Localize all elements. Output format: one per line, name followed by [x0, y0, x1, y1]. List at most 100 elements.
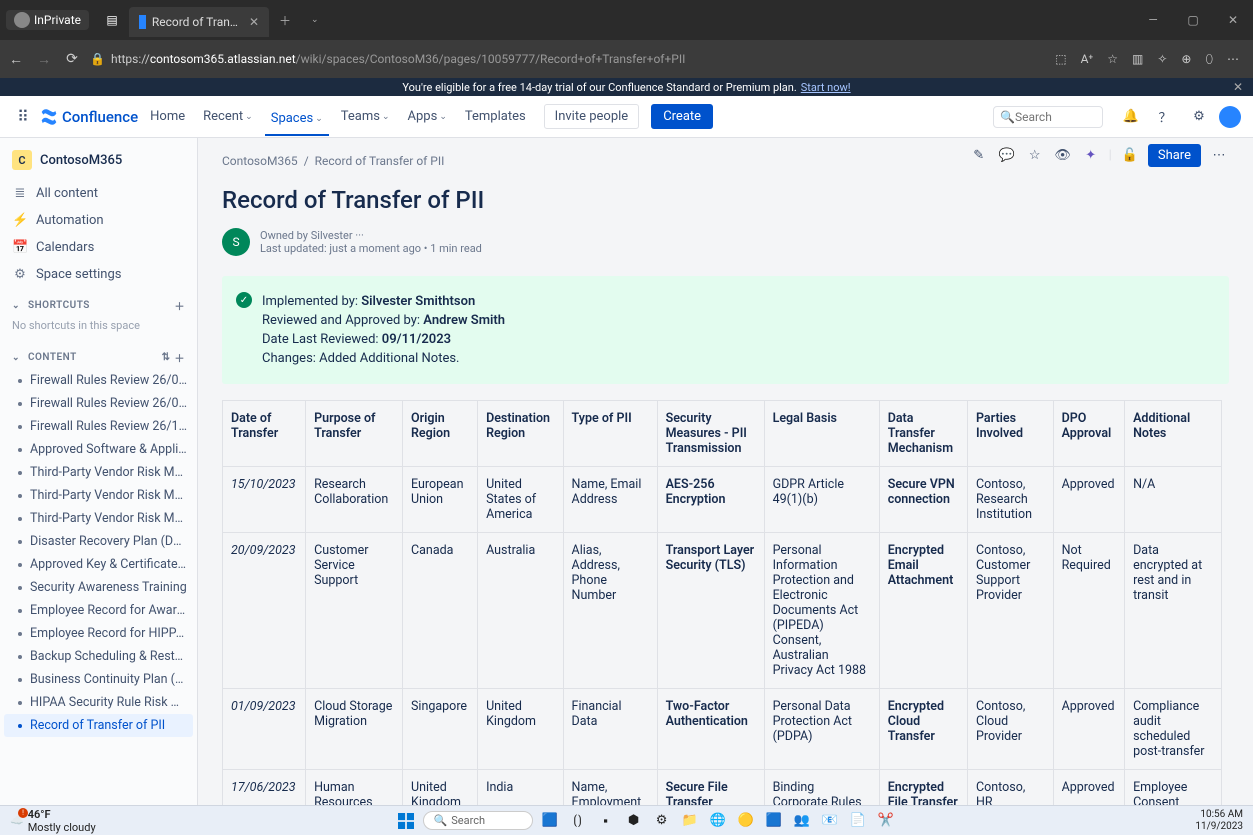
sidebar-page-item[interactable]: Third-Party Vendor Risk Management - 2… — [0, 484, 197, 507]
share-button[interactable]: Share — [1148, 144, 1201, 167]
taskbar-teams-icon[interactable]: 👥 — [791, 810, 813, 832]
sidebar-page-item[interactable]: Third-Party Vendor Risk Management - 2… — [0, 461, 197, 484]
comment-icon[interactable]: 💬 — [997, 148, 1017, 163]
owner-avatar-icon[interactable]: S — [222, 228, 250, 256]
read-aloud-icon[interactable]: A⁺ — [1081, 52, 1094, 67]
bullet-icon — [18, 586, 22, 590]
extensions-icon[interactable]: ⬯ — [1205, 52, 1213, 67]
taskbar-app-icon[interactable]: 🟦 — [763, 810, 785, 832]
taskbar-explorer-icon[interactable]: 📁 — [679, 810, 701, 832]
owner-name[interactable]: Silvester — [311, 229, 353, 242]
weather-widget[interactable]: ☁️ ! 46°F Mostly cloudy — [0, 808, 106, 834]
bullet-icon — [18, 701, 22, 705]
create-button[interactable]: Create — [651, 104, 713, 129]
sidebar-page-item[interactable]: Approved Key & Certificate Inventory — [0, 553, 197, 576]
nav-teams[interactable]: Teams⌄ — [335, 105, 396, 128]
minimize-button[interactable]: — — [1133, 13, 1173, 27]
table-cell: Contoso, Customer Support Provider — [967, 533, 1053, 689]
byline-more-icon[interactable]: ··· — [355, 229, 364, 242]
watch-icon[interactable]: 👁 — [1053, 148, 1073, 163]
add-shortcut-icon[interactable]: ＋ — [175, 298, 186, 313]
split-screen-icon[interactable]: ▥ — [1132, 52, 1143, 67]
sidebar-page-item[interactable]: Firewall Rules Review 26/10/2022 — [0, 415, 197, 438]
taskbar-taskview-icon[interactable]: ⟮⟯ — [567, 810, 589, 832]
star-icon[interactable]: ☆ — [1025, 148, 1045, 163]
browser-tab[interactable]: Record of Transfer of PII - Conte… ✕ — [129, 7, 269, 37]
taskbar-app-icon[interactable]: ▪ — [595, 810, 617, 832]
sidebar-page-item[interactable]: Firewall Rules Review 26/09/2023 — [0, 369, 197, 392]
start-button[interactable] — [395, 810, 417, 832]
sidebar-calendars[interactable]: 📅Calendars — [0, 234, 197, 261]
sidebar-page-item[interactable]: Approved Software & Applications List — [0, 438, 197, 461]
sort-icon[interactable]: ⇅ — [162, 352, 171, 363]
favorite-icon[interactable]: ☆ — [1107, 52, 1118, 67]
close-window-button[interactable]: ✕ — [1213, 13, 1253, 27]
taskbar-search[interactable]: 🔍 Search — [423, 811, 533, 830]
tab-close-icon[interactable]: ✕ — [249, 15, 259, 29]
sidebar-all-content[interactable]: ≣All content — [0, 180, 197, 207]
sidebar-page-item[interactable]: HIPAA Security Rule Risk Analysis — [0, 691, 197, 714]
taskbar-app-icon[interactable]: ⬢ — [623, 810, 645, 832]
invite-people-button[interactable]: Invite people — [544, 104, 640, 129]
nav-spaces[interactable]: Spaces⌄ — [265, 107, 329, 136]
nav-home[interactable]: Home — [144, 105, 191, 128]
sidebar-page-item[interactable]: Employee Record for Awareness Training — [0, 599, 197, 622]
banner-close-icon[interactable]: ✕ — [1233, 80, 1243, 94]
taskbar-app-icon[interactable]: ✂️ — [875, 810, 897, 832]
taskbar-clock[interactable]: 10:56 AM 11/9/2023 — [1185, 809, 1253, 833]
add-content-icon[interactable]: ＋ — [175, 350, 186, 365]
space-title[interactable]: C ContosoM365 — [0, 146, 197, 180]
sidebar-page-item[interactable]: Disaster Recovery Plan (DRP) — [0, 530, 197, 553]
shortcuts-section[interactable]: ⌄ SHORTCUTS ＋ — [0, 288, 197, 317]
taskbar-outlook-icon[interactable]: 📧 — [819, 810, 841, 832]
tab-dropdown-icon[interactable]: ⌄ — [311, 15, 319, 25]
nav-recent[interactable]: Recent⌄ — [197, 105, 259, 128]
inprivate-badge[interactable]: InPrivate — [6, 10, 89, 30]
table-cell: Approved — [1053, 689, 1124, 770]
workspaces-icon[interactable]: ▤ — [101, 9, 123, 31]
collections-icon[interactable]: ⊕ — [1181, 52, 1191, 67]
sidebar-page-item[interactable]: Backup Scheduling & Restore Procedure — [0, 645, 197, 668]
sidebar-automation[interactable]: ⚡Automation — [0, 207, 197, 234]
sidebar-page-item[interactable]: Record of Transfer of PII — [4, 714, 193, 737]
maximize-button[interactable]: ▢ — [1173, 13, 1213, 27]
user-avatar[interactable] — [1219, 106, 1241, 128]
taskbar-edge-icon[interactable]: 🌐 — [707, 810, 729, 832]
restrictions-icon[interactable]: 🔓 — [1120, 148, 1140, 163]
favorites-bar-icon[interactable]: ✧ — [1157, 52, 1167, 67]
sidebar-page-item[interactable]: Employee Record for HIPPA Annual Traini… — [0, 622, 197, 645]
nav-templates[interactable]: Templates — [459, 105, 532, 128]
taskbar-chrome-icon[interactable]: 🟡 — [735, 810, 757, 832]
confluence-logo[interactable]: Confluence — [40, 108, 138, 126]
app-available-icon[interactable]: ⬚ — [1055, 52, 1066, 67]
app-switcher-icon[interactable]: ⠿ — [12, 106, 34, 128]
breadcrumb-page[interactable]: Record of Transfer of PII — [315, 154, 445, 168]
new-tab-button[interactable]: ＋ — [279, 12, 291, 29]
content-section[interactable]: ⌄ CONTENT ⇅ ＋ — [0, 340, 197, 369]
url-field[interactable]: 🔒 https://contosom365.atlassian.net/wiki… — [90, 52, 1047, 66]
taskbar-word-icon[interactable]: 📄 — [847, 810, 869, 832]
back-button[interactable]: ← — [6, 51, 26, 68]
sidebar-page-item[interactable]: Business Continuity Plan (BCP) — [0, 668, 197, 691]
notifications-icon[interactable]: 🔔 — [1119, 105, 1143, 129]
ai-icon[interactable]: ✦ — [1081, 148, 1101, 163]
more-actions-icon[interactable]: ⋯ — [1209, 148, 1229, 163]
sidebar-page-item[interactable]: Security Awareness Training — [0, 576, 197, 599]
edit-icon[interactable]: ✎ — [969, 148, 989, 163]
page-content: ContosoM365 / Record of Transfer of PII … — [198, 138, 1253, 805]
sidebar-page-item[interactable]: Third-Party Vendor Risk Management - 2… — [0, 507, 197, 530]
help-icon[interactable]: ？ — [1153, 105, 1177, 129]
breadcrumb-space[interactable]: ContosoM365 — [222, 154, 298, 168]
header-search[interactable]: 🔍 — [993, 106, 1103, 128]
refresh-button[interactable]: ⟳ — [62, 51, 82, 67]
taskbar-copilot-icon[interactable]: 🟦 — [539, 810, 561, 832]
sidebar-space-settings[interactable]: ⚙Space settings — [0, 261, 197, 288]
search-input[interactable] — [1015, 110, 1095, 124]
settings-gear-icon[interactable]: ⚙ — [1187, 105, 1211, 129]
taskbar-app-icon[interactable]: ⚙ — [651, 810, 673, 832]
last-updated: Last updated: just a moment ago — [260, 242, 421, 255]
trial-start-link[interactable]: Start now! — [801, 81, 851, 94]
browser-menu-icon[interactable]: ⋯ — [1227, 52, 1239, 67]
sidebar-page-item[interactable]: Firewall Rules Review 26/03/2023 — [0, 392, 197, 415]
nav-apps[interactable]: Apps⌄ — [402, 105, 453, 128]
